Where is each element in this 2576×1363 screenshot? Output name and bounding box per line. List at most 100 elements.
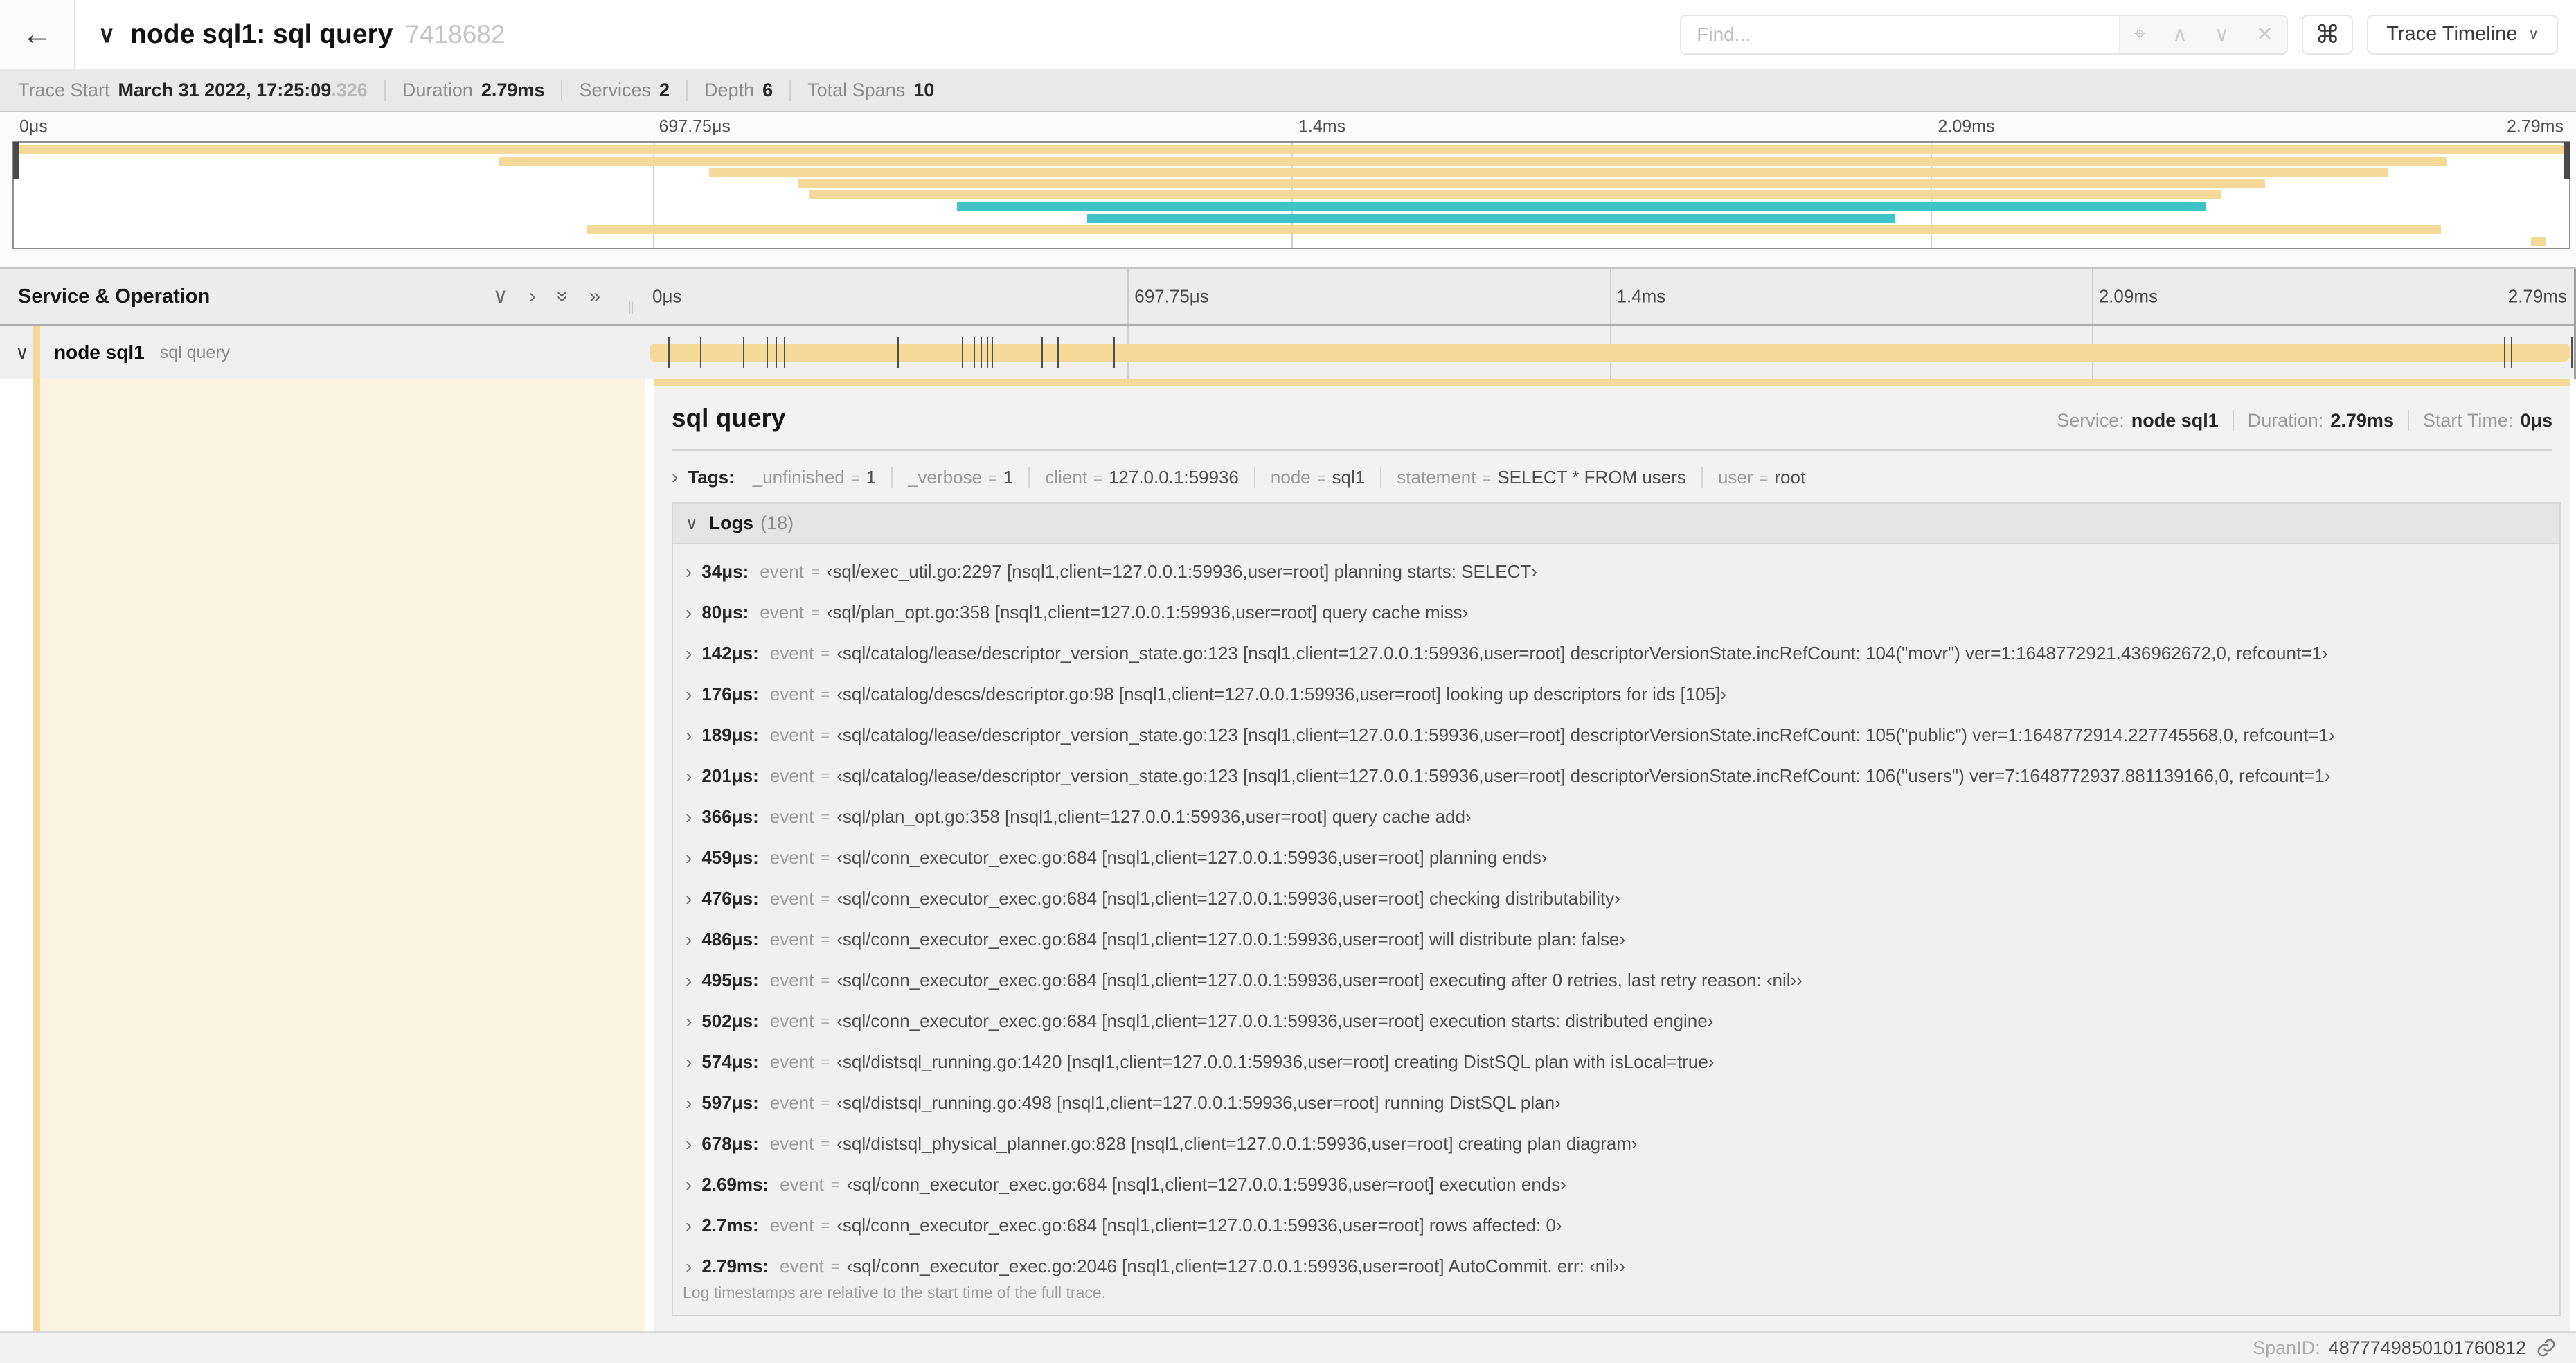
log-row[interactable]: › 176μs: event = ‹sql/catalog/descs/desc… [683, 674, 2547, 715]
tag-value: SELECT * FROM users [1497, 467, 1686, 488]
ruler-tick-label: 1.4ms [1298, 116, 1346, 136]
log-row[interactable]: › 201μs: event = ‹sql/catalog/lease/desc… [683, 756, 2547, 796]
log-row[interactable]: › 2.79ms: event = ‹sql/conn_executor_exe… [683, 1246, 2547, 1278]
tag-key: client [1045, 467, 1088, 488]
timeline-header-row: Service & Operation ∨ › » » ‖ 0μs 697.75μ… [0, 269, 2576, 326]
link-icon[interactable] [2536, 1337, 2557, 1358]
log-row[interactable]: › 486μs: event = ‹sql/conn_executor_exec… [683, 919, 2547, 960]
log-timestamp: 597μs: [701, 1092, 759, 1113]
log-marker-tick [962, 337, 964, 368]
log-marker-tick [699, 337, 701, 368]
equals-sign: = [821, 889, 830, 907]
log-timestamp: 142μs: [701, 643, 759, 663]
log-row[interactable]: › 678μs: event = ‹sql/distsql_physical_p… [683, 1123, 2547, 1164]
log-marker-tick [897, 337, 900, 368]
back-button[interactable]: ← [22, 19, 53, 50]
log-timestamp: 574μs: [701, 1051, 759, 1072]
span-detail-area: sql query Service: node sql1 Duration: 2.7… [0, 379, 2576, 1331]
log-marker-tick [1041, 337, 1043, 368]
log-field-name: event [760, 561, 804, 582]
log-field-name: event [769, 1051, 814, 1072]
span-duration-bar[interactable] [650, 344, 2570, 362]
log-row[interactable]: › 189μs: event = ‹sql/catalog/lease/desc… [683, 715, 2547, 756]
chevron-right-icon: › [686, 765, 692, 787]
ruler-gridline [1609, 269, 1611, 324]
header-actions: ⌖ ∧ ∨ ✕ ⌘ Trace Timeline ∨ [1680, 14, 2558, 55]
log-row[interactable]: › 80μs: event = ‹sql/plan_opt.go:358 [ns… [683, 592, 2547, 633]
log-field-value: ‹sql/plan_opt.go:358 [nsql1,client=127.0… [837, 806, 1472, 827]
log-row[interactable]: › 142μs: event = ‹sql/catalog/lease/desc… [683, 633, 2547, 674]
minimap-span [798, 179, 2265, 188]
log-row[interactable]: › 34μs: event = ‹sql/exec_util.go:2297 [… [683, 551, 2547, 592]
log-field-value: ‹sql/plan_opt.go:358 [nsql1,client=127.0… [826, 602, 1469, 623]
chevron-right-icon: › [686, 1255, 692, 1277]
collapse-one-icon[interactable]: ∨ [493, 286, 508, 307]
trace-meta-item: Depth 6 [686, 79, 789, 101]
timeline-ruler: 0μs 697.75μs 1.4ms 2.09ms 2.79ms [645, 269, 2576, 324]
span-color-strip [654, 379, 2570, 386]
ruler-tick-label: 1.4ms [1616, 285, 1666, 307]
detail-meta-label: Duration: [2247, 410, 2324, 431]
log-timestamp: 176μs: [701, 684, 759, 704]
logs-count: (18) [760, 513, 794, 533]
log-marker-tick [981, 337, 983, 368]
meta-value: 2.79ms [481, 79, 545, 100]
span-row-name-cell[interactable]: ∨ node sql1 sql query [0, 326, 645, 379]
log-row[interactable]: › 366μs: event = ‹sql/plan_opt.go:358 [n… [683, 796, 2547, 837]
log-marker-tick [766, 337, 768, 368]
tag-key: statement [1397, 467, 1476, 488]
find-input[interactable] [1681, 15, 2120, 53]
chevron-right-icon: › [686, 1051, 692, 1073]
minimap-span [14, 145, 2569, 154]
tags-row[interactable]: › Tags: _unfinished = 1 _verbose = 1 client =… [654, 451, 2570, 502]
viewport-scrubber-right[interactable] [2564, 142, 2570, 179]
log-row[interactable]: › 2.7ms: event = ‹sql/conn_executor_exec… [683, 1205, 2547, 1246]
column-resize-grip[interactable]: ‖ [627, 299, 636, 319]
log-row[interactable]: › 495μs: event = ‹sql/conn_executor_exec… [683, 960, 2547, 1001]
log-row[interactable]: › 502μs: event = ‹sql/conn_executor_exec… [683, 1001, 2547, 1042]
trace-view-select[interactable]: Trace Timeline ∨ [2367, 14, 2558, 55]
chevron-right-icon: › [686, 1010, 692, 1032]
locate-icon[interactable]: ⌖ [2134, 23, 2145, 46]
log-row[interactable]: › 2.69ms: event = ‹sql/conn_executor_exe… [683, 1164, 2547, 1205]
log-row[interactable]: › 597μs: event = ‹sql/distsql_running.go… [683, 1083, 2547, 1123]
log-row[interactable]: › 476μs: event = ‹sql/conn_executor_exec… [683, 878, 2547, 919]
collapse-all-icon[interactable]: » [551, 291, 574, 303]
span-collapse-chevron-icon[interactable]: ∨ [15, 342, 29, 364]
trace-view-label: Trace Timeline [2386, 23, 2518, 45]
log-field-value: ‹sql/conn_executor_exec.go:684 [nsql1,cl… [837, 1215, 1562, 1236]
chevron-right-icon: › [686, 846, 692, 868]
log-field-value: ‹sql/conn_executor_exec.go:684 [nsql1,cl… [837, 929, 1626, 950]
log-row[interactable]: › 459μs: event = ‹sql/conn_executor_exec… [683, 837, 2547, 878]
span-detail-meta: Service: node sql1 Duration: 2.79ms Start … [2057, 410, 2552, 431]
viewport-scrubber-left[interactable] [13, 142, 19, 179]
chevron-right-icon: › [686, 1132, 692, 1155]
chevron-right-icon: › [686, 1214, 692, 1236]
log-field-name: event [769, 1010, 814, 1031]
span-detail-card: sql query Service: node sql1 Duration: 2.7… [654, 379, 2570, 1331]
equals-sign: = [988, 470, 997, 487]
clear-search-icon[interactable]: ✕ [2256, 22, 2273, 46]
logs-header[interactable]: ∨ Logs (18) [673, 504, 2559, 544]
expand-one-icon[interactable]: › [529, 286, 536, 307]
expand-all-icon[interactable]: » [589, 286, 600, 307]
chevron-right-icon: › [686, 887, 692, 909]
detail-meta-label: Start Time: [2422, 410, 2514, 431]
prev-match-icon[interactable]: ∧ [2172, 22, 2187, 46]
equals-sign: = [821, 726, 830, 744]
equals-sign: = [821, 808, 830, 826]
log-timestamp: 476μs: [701, 888, 759, 909]
keyboard-shortcuts-button[interactable]: ⌘ [2302, 14, 2354, 55]
chevron-right-icon: › [686, 642, 692, 664]
logs-section: ∨ Logs (18) › 34μs: event = ‹sql/exec_ut… [672, 502, 2561, 1316]
chevron-right-icon: › [686, 560, 692, 582]
next-match-icon[interactable]: ∨ [2215, 22, 2229, 46]
minimap-canvas[interactable] [12, 141, 2570, 249]
service-operation-title: Service & Operation [18, 285, 211, 308]
trace-collapse-chevron-icon[interactable]: ∨ [98, 21, 115, 48]
minimap-span [586, 225, 2442, 235]
logs-note: Log timestamps are relative to the start… [683, 1283, 1107, 1301]
log-row[interactable]: › 574μs: event = ‹sql/distsql_running.go… [683, 1042, 2547, 1083]
chevron-right-icon: › [686, 928, 692, 950]
span-bar-track[interactable] [645, 326, 2576, 379]
